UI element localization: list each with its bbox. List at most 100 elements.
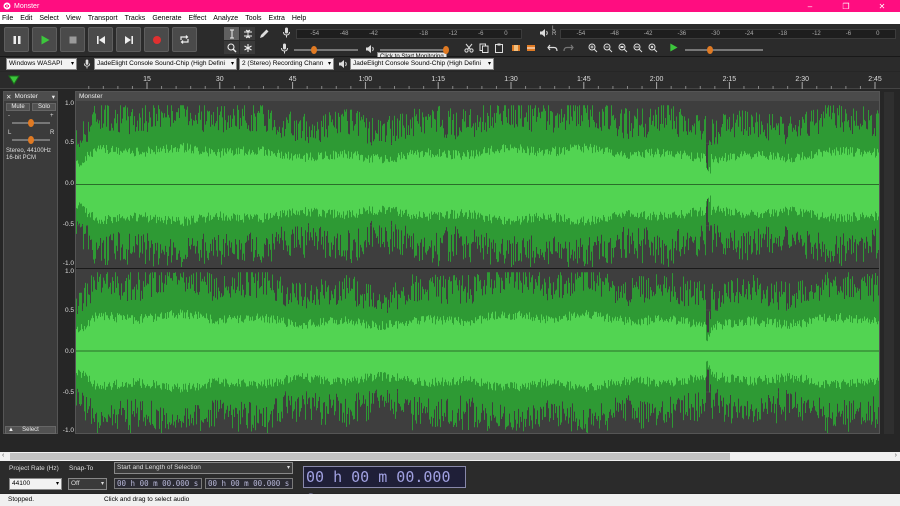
record-button[interactable] — [144, 27, 169, 52]
silence-audio-button[interactable] — [524, 41, 537, 54]
timeline-ruler[interactable]: 15 30 45 1:00 1:15 1:30 1:45 2:00 2:15 2:30 2:45 — [0, 72, 900, 89]
slider-knob[interactable] — [28, 119, 34, 127]
zoom-out-button[interactable] — [601, 41, 614, 54]
speaker-icon — [338, 60, 347, 68]
menu-tracks[interactable]: Tracks — [125, 15, 146, 22]
selection-length-time[interactable]: 00 h 00 m 00.000 s — [205, 478, 293, 489]
redo-button[interactable] — [562, 41, 575, 54]
scrollbar-thumb[interactable] — [10, 453, 730, 460]
project-rate-select[interactable]: 44100 ▾ — [9, 478, 62, 490]
slider-knob[interactable] — [707, 46, 713, 54]
gain-slider[interactable] — [12, 119, 50, 127]
playback-meter-button[interactable] — [537, 26, 550, 39]
draw-tool[interactable] — [257, 27, 270, 40]
playback-meter-tick: 0 — [876, 30, 880, 37]
multi-tool[interactable] — [240, 41, 255, 54]
playback-speed-slider[interactable] — [685, 46, 763, 54]
horizontal-scrollbar[interactable]: ‹ › — [0, 452, 900, 461]
select-track-button[interactable]: ▲ Select — [5, 426, 56, 434]
snap-to-select[interactable]: Off ▾ — [68, 478, 107, 490]
track-menu-chevron-down-icon[interactable]: ▾ — [52, 93, 55, 101]
zoom-fit-icon — [633, 43, 642, 52]
zoom-toggle-button[interactable] — [646, 41, 659, 54]
record-meter-tick: -42 — [369, 30, 378, 37]
pan-right-label: R — [50, 130, 55, 136]
scissors-icon — [463, 43, 474, 53]
title-bar: Monster – ❐ ✕ — [0, 0, 900, 12]
project-rate-label: Project Rate (Hz) — [9, 465, 59, 472]
menu-view[interactable]: View — [66, 15, 81, 22]
menu-file[interactable]: File — [2, 15, 13, 22]
record-meter-tick: -48 — [339, 30, 349, 37]
microphone-icon — [281, 43, 288, 54]
minimize-button[interactable]: – — [792, 0, 828, 12]
audio-clip[interactable]: Monster — [75, 91, 880, 434]
playback-volume-slider[interactable] — [380, 46, 449, 54]
slider-knob[interactable] — [443, 46, 449, 54]
skip-to-start-button[interactable] — [88, 27, 113, 52]
menu-effect[interactable]: Effect — [189, 15, 207, 22]
redo-icon — [563, 44, 574, 51]
scroll-right-icon[interactable]: › — [895, 452, 897, 459]
recording-device-select[interactable]: JadeElight Console Sound-Chip (High Defi… — [94, 58, 237, 70]
pause-button[interactable] — [4, 27, 29, 52]
zoom-in-button[interactable] — [586, 41, 599, 54]
scroll-left-icon[interactable]: ‹ — [2, 452, 4, 459]
loop-button[interactable] — [172, 27, 197, 52]
track-area: ✕ Monster ▾ Mute Solo - + L R Stereo, 44… — [0, 90, 900, 452]
collapse-up-icon[interactable]: ▲ — [8, 427, 14, 433]
record-meter-button[interactable] — [280, 26, 293, 39]
menu-analyze[interactable]: Analyze — [213, 15, 238, 22]
close-button[interactable]: ✕ — [864, 0, 900, 12]
selection-mode-select[interactable]: Start and Length of Selection ▾ — [114, 462, 293, 474]
track-name-bar[interactable]: ✕ Monster ▾ — [4, 92, 57, 101]
menu-extra[interactable]: Extra — [269, 15, 285, 22]
menu-generate[interactable]: Generate — [152, 15, 181, 22]
selection-tool[interactable] — [224, 27, 239, 40]
snap-to-label: Snap-To — [69, 465, 94, 472]
pan-left-label: L — [8, 130, 12, 136]
stop-button[interactable] — [60, 27, 85, 52]
vertical-scrollbar[interactable] — [884, 92, 894, 434]
timeline-ticks[interactable]: 15 30 45 1:00 1:15 1:30 1:45 2:00 2:15 2:30 2:45 — [75, 72, 885, 89]
paste-button[interactable] — [492, 41, 505, 54]
maximize-button[interactable]: ❐ — [828, 0, 864, 12]
copy-button[interactable] — [477, 41, 490, 54]
menu-edit[interactable]: Edit — [20, 15, 32, 22]
audio-position-display[interactable]: 00 h 00 m 00.000 s — [303, 466, 466, 506]
solo-button[interactable]: Solo — [32, 103, 56, 111]
play-button[interactable] — [32, 27, 57, 52]
playback-meter[interactable]: -54 -48 -42 -36 -30 -24 -18 -12 -6 0 — [560, 27, 896, 40]
waveform-right-channel[interactable] — [76, 269, 879, 433]
menu-transport[interactable]: Transport — [88, 15, 118, 22]
undo-button[interactable] — [546, 41, 559, 54]
fit-selection-button[interactable] — [616, 41, 629, 54]
pan-slider[interactable] — [12, 136, 50, 144]
waveform-left-channel[interactable] — [76, 102, 879, 267]
recording-volume-slider[interactable] — [294, 46, 358, 54]
skip-to-end-button[interactable] — [116, 27, 141, 52]
slider-knob[interactable] — [28, 136, 34, 144]
cut-button[interactable] — [462, 41, 475, 54]
playback-device-select[interactable]: JadeElight Console Sound-Chip (High Defi… — [350, 58, 494, 70]
record-meter[interactable]: -54 -48 -42 -18 -12 -6 0 — [296, 27, 522, 40]
audio-host-value: Windows WASAPI — [9, 60, 63, 67]
selection-start-time[interactable]: 00 h 00 m 00.000 s — [114, 478, 202, 489]
play-at-speed-button[interactable] — [667, 41, 680, 54]
slider-knob[interactable] — [311, 46, 317, 54]
menu-select[interactable]: Select — [39, 15, 58, 22]
audio-host-select[interactable]: Windows WASAPI ▾ — [6, 58, 77, 70]
timeline-options-icon[interactable] — [8, 75, 20, 85]
menu-tools[interactable]: Tools — [245, 15, 261, 22]
envelope-tool[interactable] — [240, 27, 255, 40]
trim-audio-button[interactable] — [509, 41, 522, 54]
mute-button[interactable]: Mute — [6, 103, 30, 111]
timeline-tick-label: 15 — [143, 76, 151, 83]
menu-bar: File Edit Select View Transport Tracks G… — [0, 12, 900, 24]
menu-help[interactable]: Help — [292, 15, 306, 22]
fit-project-button[interactable] — [631, 41, 644, 54]
clip-title-bar[interactable]: Monster — [76, 92, 879, 101]
close-icon[interactable]: ✕ — [6, 93, 11, 101]
zoom-tool[interactable] — [224, 41, 239, 54]
recording-channels-select[interactable]: 2 (Stereo) Recording Chann ▾ — [239, 58, 334, 70]
